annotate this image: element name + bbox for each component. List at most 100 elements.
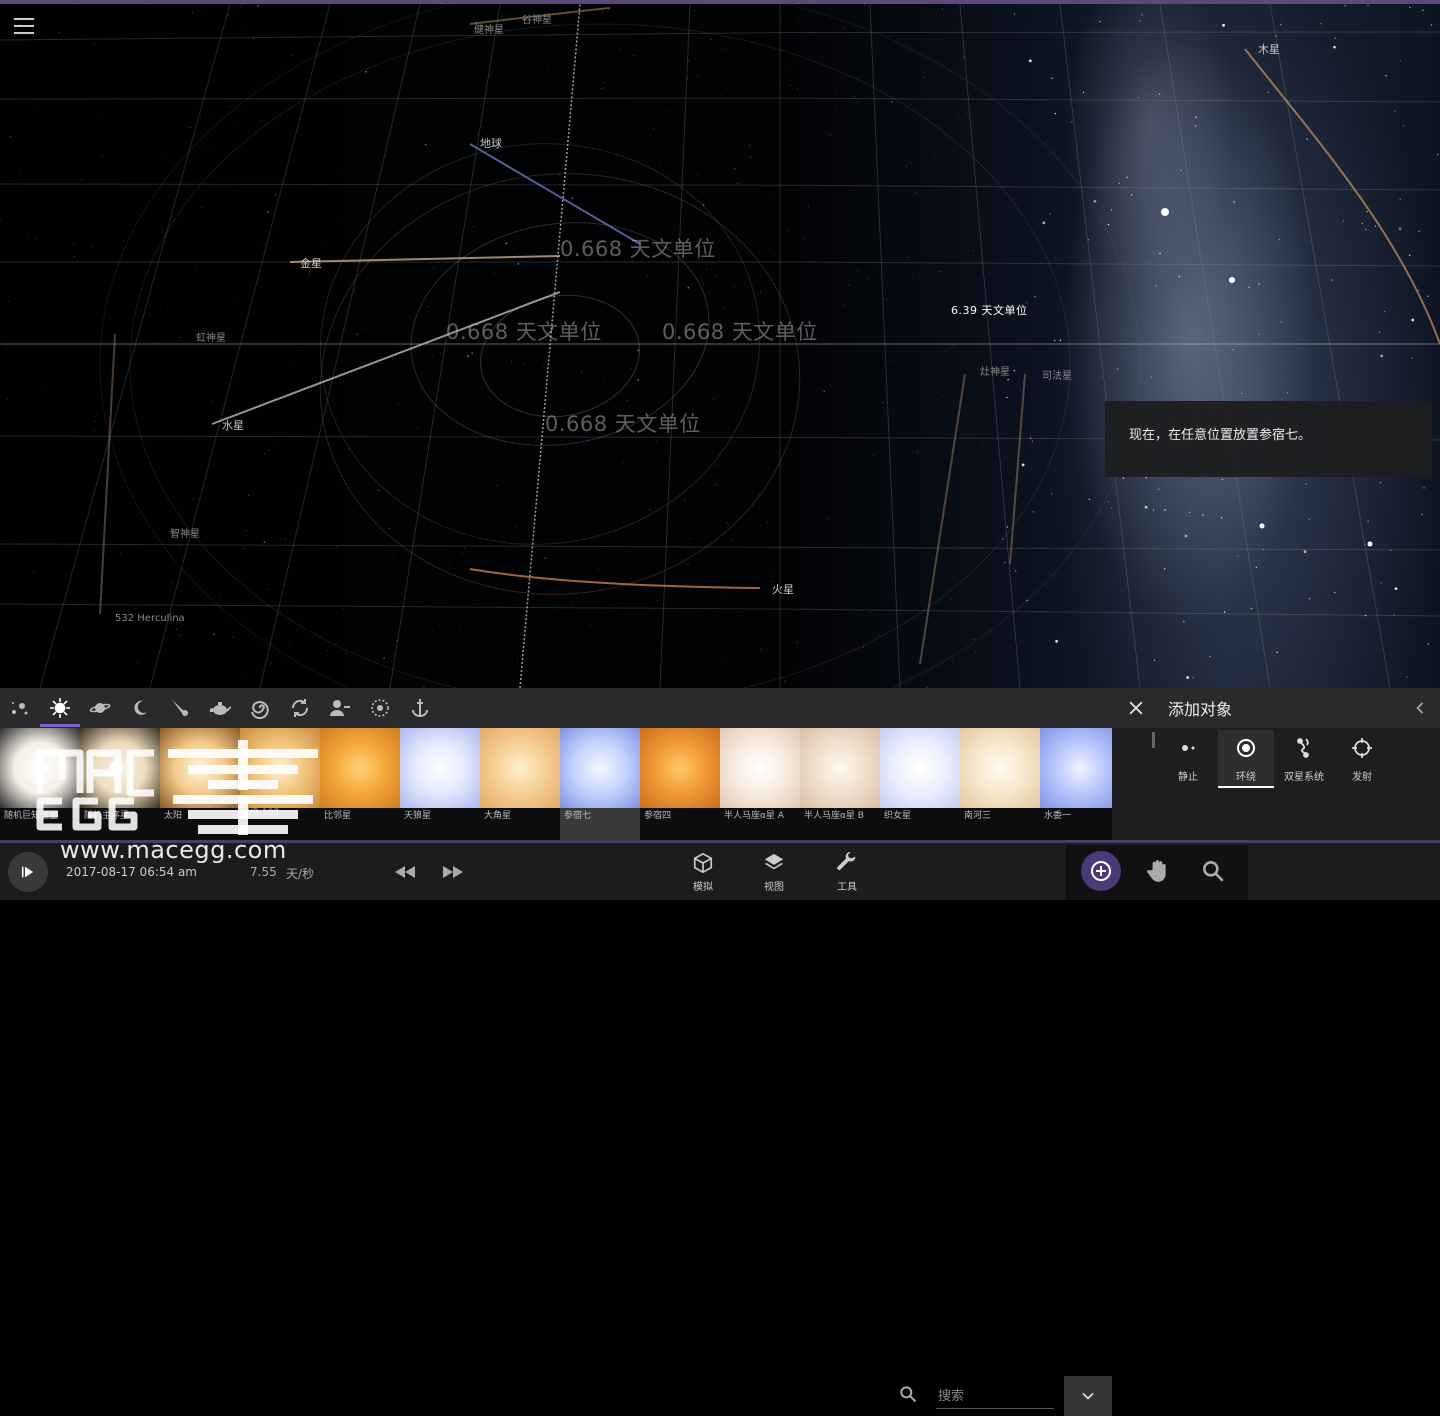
mode-label: 静止 xyxy=(1178,772,1198,783)
chevron-down-icon xyxy=(1082,1392,1094,1400)
object-thumbnail[interactable] xyxy=(320,728,400,808)
object-thumbnail[interactable] xyxy=(560,728,640,808)
thumbnail-label: 随机主序星 xyxy=(84,811,130,821)
reference-line xyxy=(519,4,581,688)
object-thumbnail[interactable] xyxy=(0,728,80,808)
play-icon xyxy=(22,866,34,878)
mode-binary-button[interactable]: 双星系统 xyxy=(1276,730,1332,786)
planet-label-juno[interactable]: 虹神星 xyxy=(196,329,226,344)
nav-simulate-button[interactable]: 模拟 xyxy=(683,852,723,893)
distance-label: 0.668 天文单位 xyxy=(560,237,716,261)
thumbnail-label: 南河三 xyxy=(964,811,992,821)
thumbnail-label: 参宿四 xyxy=(644,811,672,821)
speed-up-button[interactable] xyxy=(440,860,466,884)
nav-view-button[interactable]: 视图 xyxy=(754,852,794,893)
cube-icon xyxy=(693,852,713,874)
panel-scrollbar[interactable] xyxy=(1152,732,1155,748)
magnifier-icon xyxy=(1203,861,1224,882)
orbit-swap-icon[interactable] xyxy=(288,696,312,720)
ring-icon[interactable] xyxy=(368,696,392,720)
teapot-icon[interactable] xyxy=(208,696,232,720)
planet-label-venus[interactable]: 金星 xyxy=(300,255,322,271)
thumbnail-label: 大角星 xyxy=(484,811,512,821)
mode-label: 环绕 xyxy=(1236,772,1256,783)
planet-label-mars[interactable]: 火星 xyxy=(772,581,794,597)
menu-bar-icon xyxy=(14,18,34,20)
add-object-button[interactable] xyxy=(1081,851,1121,891)
thumbnail-label: 比邻星 xyxy=(324,811,352,821)
menu-bar-icon xyxy=(14,32,34,34)
nav-tools-button[interactable]: 工具 xyxy=(827,851,867,893)
nav-label: 工具 xyxy=(837,882,857,893)
zoom-search-button[interactable] xyxy=(1200,858,1226,884)
planet-label-jupiter[interactable]: 木星 xyxy=(1258,41,1280,57)
object-thumbnail[interactable] xyxy=(400,728,480,808)
play-button[interactable] xyxy=(8,852,48,892)
search-input[interactable] xyxy=(936,1384,1054,1409)
mode-label: 发射 xyxy=(1352,772,1372,783)
comet-icon[interactable] xyxy=(168,696,192,720)
object-thumbnail[interactable] xyxy=(480,728,560,808)
planet-label-hestia[interactable]: 灶神星 xyxy=(980,363,1010,378)
hand-icon xyxy=(1147,860,1166,882)
thumbnail-label: 水委一 xyxy=(1044,811,1072,821)
planet-label-earth[interactable]: 地球 xyxy=(480,135,502,151)
mode-orbit-button[interactable]: 环绕 xyxy=(1218,730,1274,788)
starfield xyxy=(0,4,1439,688)
object-thumbnail[interactable] xyxy=(1040,728,1120,808)
speed-value[interactable]: 7.55 xyxy=(250,865,277,879)
grab-tool-button[interactable] xyxy=(1145,858,1171,884)
planet-label-mercury[interactable]: 水星 xyxy=(222,417,244,433)
planet-label-ceres[interactable]: 谷神星 xyxy=(522,11,552,26)
object-thumbnail[interactable] xyxy=(800,728,880,808)
close-icon xyxy=(1129,701,1143,715)
distance-label: 0.668 天文单位 xyxy=(446,320,602,344)
mode-static-button[interactable]: 静止 xyxy=(1160,730,1216,786)
watermark-url: www.macegg.com xyxy=(60,836,287,864)
thumbnail-label: 太阳 xyxy=(164,811,183,821)
object-thumbnail[interactable] xyxy=(960,728,1040,808)
distance-label: 0.668 天文单位 xyxy=(545,412,701,436)
galaxy-stars-icon[interactable] xyxy=(8,696,32,720)
character-icon[interactable] xyxy=(328,696,352,720)
mode-launch-button[interactable]: 发射 xyxy=(1334,730,1390,786)
star-icon[interactable] xyxy=(48,696,72,720)
planet-label-themis[interactable]: 司法星 xyxy=(1042,367,1072,382)
slow-down-button[interactable] xyxy=(392,860,418,884)
instruction-text: 现在，在任意位置放置参宿七。 xyxy=(1129,428,1312,443)
selected-category-indicator xyxy=(40,724,80,727)
moon-icon[interactable] xyxy=(128,696,152,720)
nav-label: 视图 xyxy=(764,882,784,893)
binary-icon xyxy=(1297,738,1309,758)
anchor-icon[interactable] xyxy=(408,696,432,720)
distance-label: 6.39 天文单位 xyxy=(951,304,1028,317)
thumbnail-label: 半人马座α星 B xyxy=(804,811,864,821)
spiral-galaxy-icon[interactable] xyxy=(248,696,272,720)
hamburger-menu-button[interactable] xyxy=(14,18,34,36)
add-object-panel-header xyxy=(1112,688,1440,728)
object-thumbnail[interactable] xyxy=(240,728,320,808)
object-thumbnail[interactable] xyxy=(880,728,960,808)
simulation-date[interactable]: 2017-08-17 06:54 am xyxy=(66,865,197,879)
expand-dropdown-button[interactable] xyxy=(1064,1376,1112,1416)
mode-label: 双星系统 xyxy=(1284,772,1324,783)
thumbnail-label: 天狼星 xyxy=(404,811,432,821)
search-icon[interactable] xyxy=(898,1384,918,1404)
object-thumbnail[interactable] xyxy=(640,728,720,808)
object-thumbnail[interactable] xyxy=(80,728,160,808)
object-category-bar xyxy=(0,688,1112,1416)
planet-label-herculina[interactable]: 532 Herculina xyxy=(115,613,185,624)
thumbnail-label: 半人马座α星 A xyxy=(724,811,784,821)
object-thumbnail[interactable] xyxy=(720,728,800,808)
object-thumbnail[interactable] xyxy=(160,728,240,808)
collapse-panel-button[interactable] xyxy=(1410,698,1430,718)
planet-label-pallas[interactable]: 智神星 xyxy=(170,525,200,540)
speed-unit: 天/秒 xyxy=(286,867,315,881)
distance-label: 0.668 天文单位 xyxy=(662,320,818,344)
close-panel-button[interactable] xyxy=(1126,698,1146,718)
planet-label-vesta[interactable]: 健神星 xyxy=(474,21,504,36)
thumbnail-label: WR 102 xyxy=(244,808,280,818)
menu-bar-icon xyxy=(14,25,34,27)
planet-icon[interactable] xyxy=(88,696,112,720)
space-viewport[interactable]: 谷神星 健神星 地球 金星 虹神星 水星 智神星 532 Herculina 火… xyxy=(0,4,1440,688)
